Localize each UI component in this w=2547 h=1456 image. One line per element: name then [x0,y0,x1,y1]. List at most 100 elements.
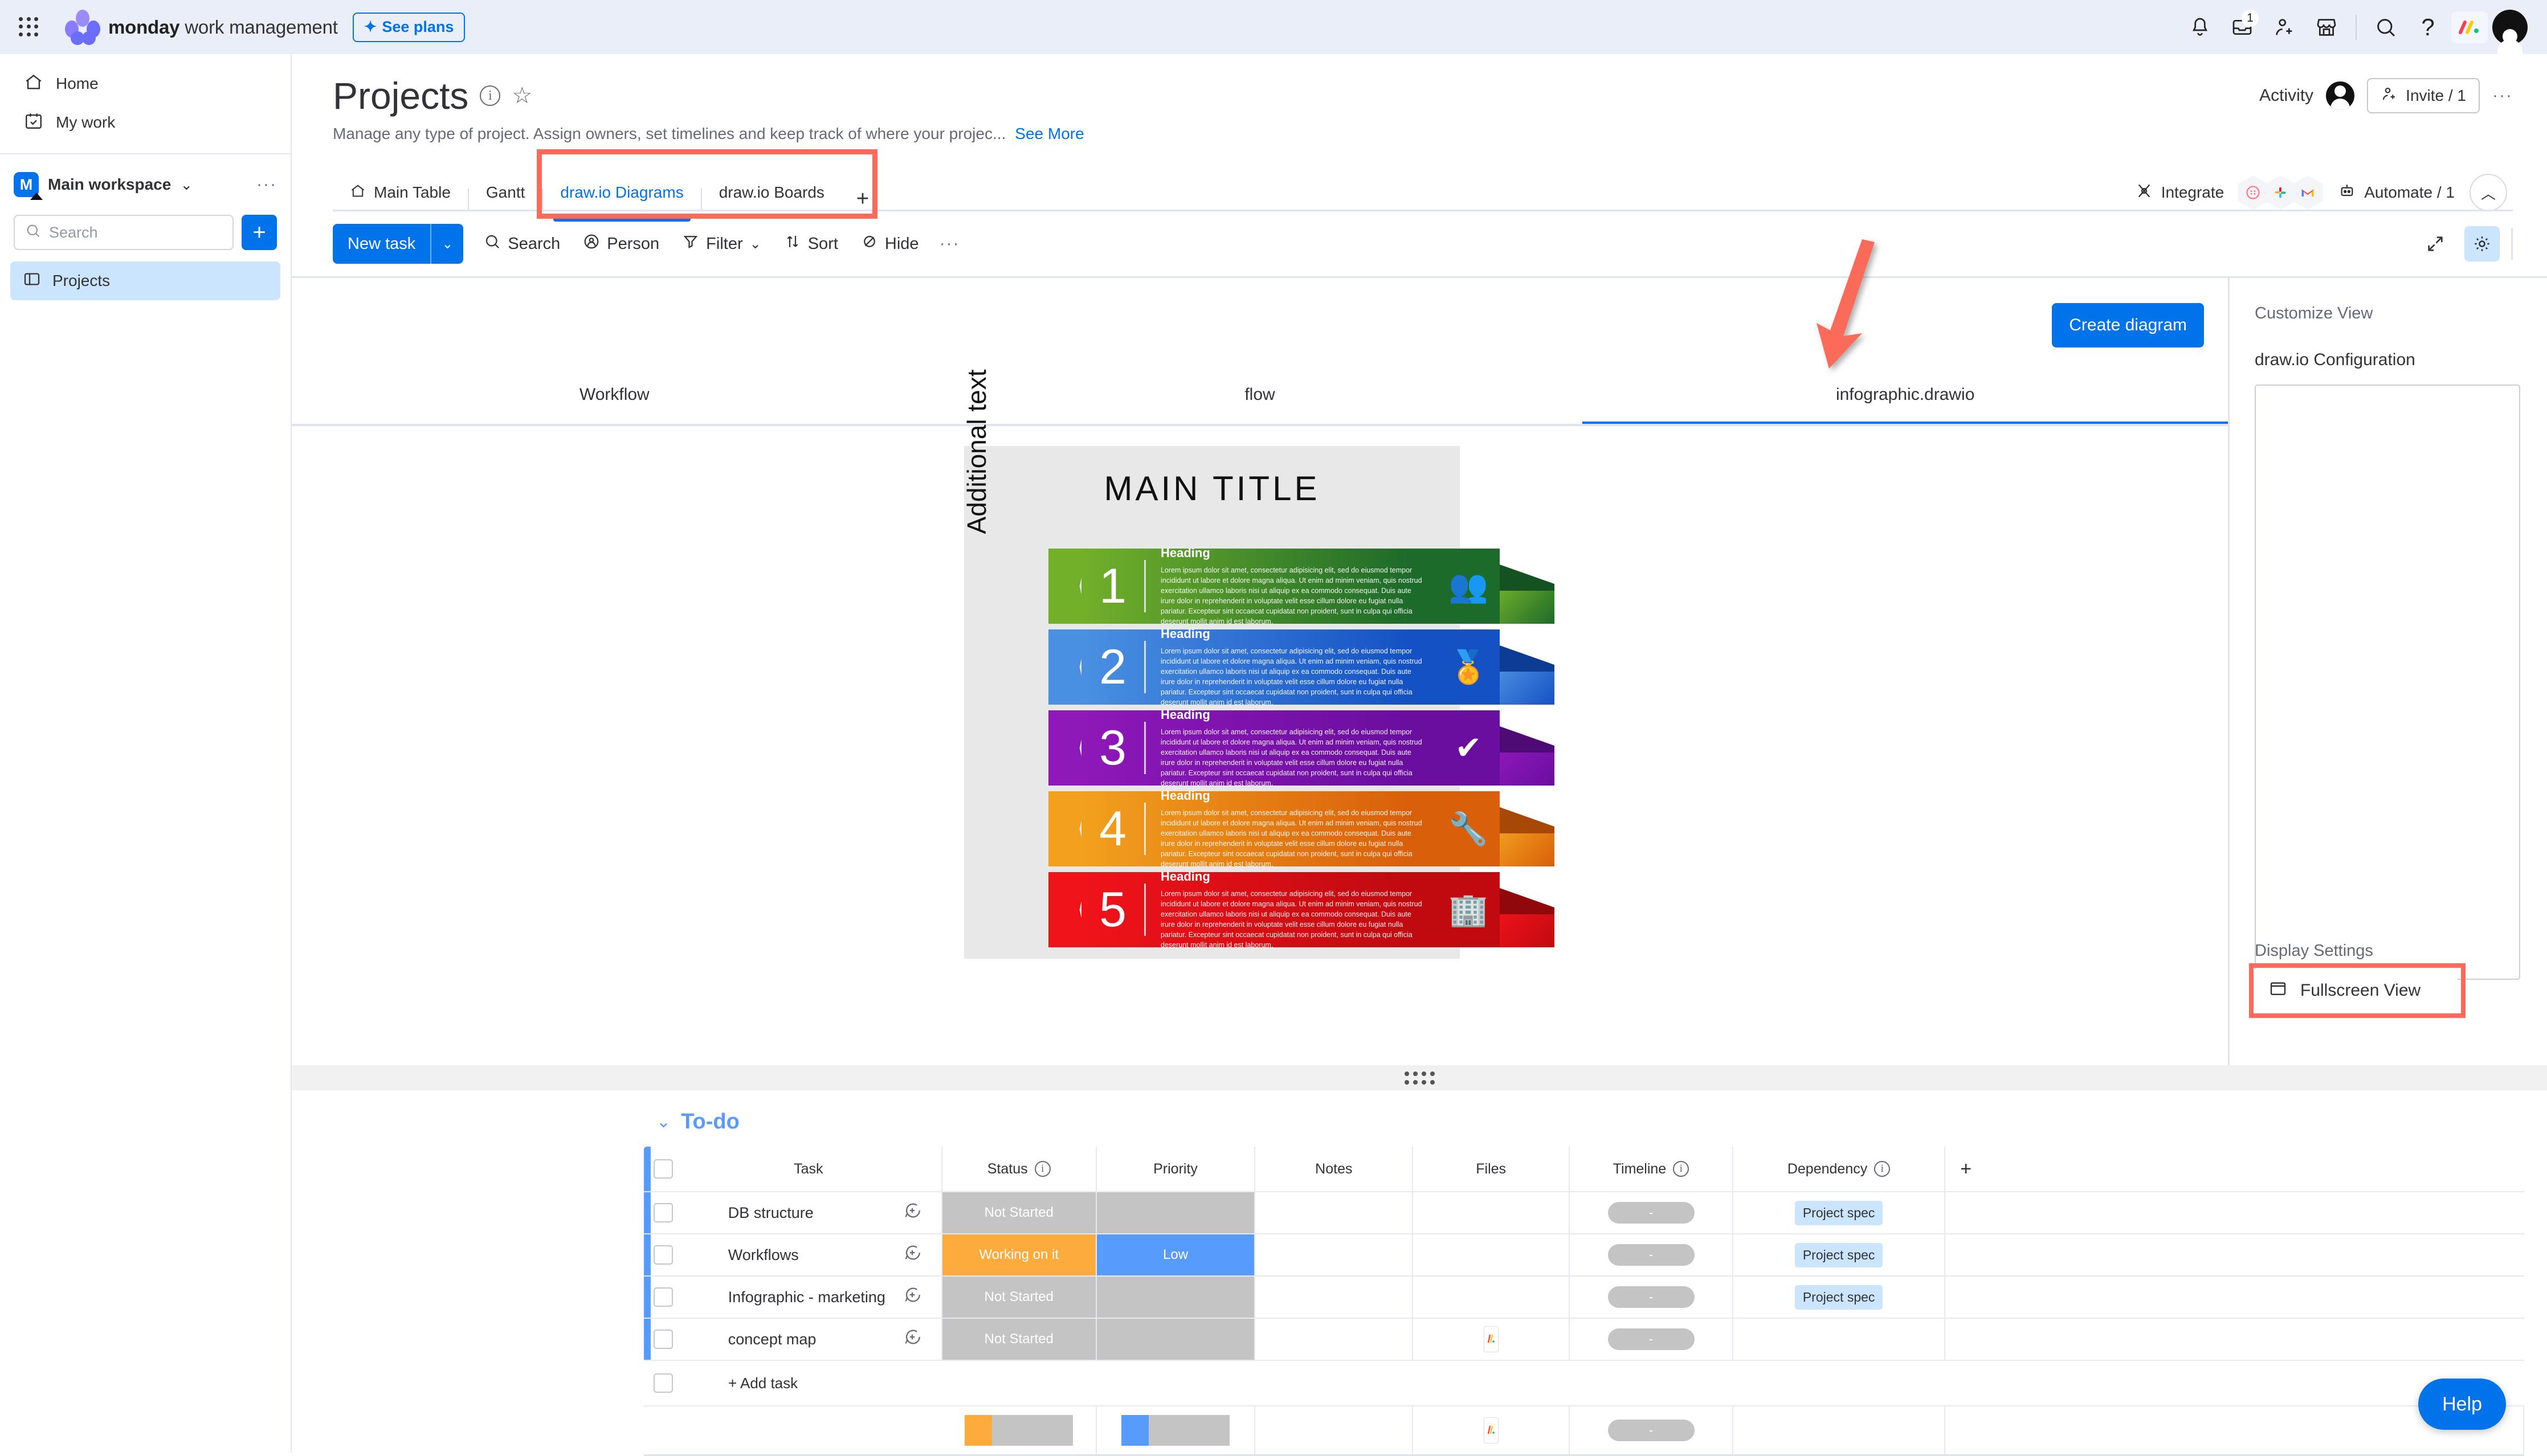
chevron-down-icon[interactable]: ⌄ [431,224,463,264]
column-header-dependency[interactable]: Dependency i [1733,1147,1946,1191]
chevron-down-icon[interactable]: ⌄ [180,176,193,194]
invite-button[interactable]: Invite / 1 [2367,78,2480,113]
monday-integration-icon[interactable] [2238,175,2269,210]
diagram-tab-infographic[interactable]: infographic.drawio [1582,363,2228,426]
tab-gantt[interactable]: Gantt [469,174,542,211]
cell-dependency[interactable] [1733,1319,1946,1360]
search-input[interactable]: Search [14,215,234,250]
cell-files[interactable] [1413,1192,1570,1233]
bell-icon[interactable] [2181,9,2219,46]
help-button[interactable]: Help [2418,1379,2506,1430]
search-icon[interactable] [2367,9,2405,46]
cell-task[interactable]: DB structure [676,1192,942,1233]
cell-status[interactable]: Not Started [942,1192,1097,1233]
gear-icon[interactable] [2464,226,2500,261]
cell-timeline[interactable]: - [1570,1192,1733,1233]
expand-arrows-icon[interactable] [2418,226,2453,261]
add-update-icon[interactable] [903,1285,922,1309]
group-header[interactable]: ⌄ To-do [292,1090,2547,1147]
cell-files[interactable] [1413,1234,1570,1275]
info-icon[interactable]: i [480,85,501,106]
favorite-star-icon[interactable]: ☆ [512,83,532,109]
activity-label[interactable]: Activity [2259,86,2313,105]
add-column-button[interactable]: + [1945,1147,2524,1191]
add-update-icon[interactable] [903,1243,922,1267]
column-header-notes[interactable]: Notes [1255,1147,1414,1191]
diagram-tab-flow[interactable]: flow [937,363,1583,426]
question-mark-icon[interactable]: ? [2409,9,2447,46]
activity-avatar[interactable] [2326,81,2355,110]
add-task-row[interactable]: + Add task [644,1361,2524,1406]
column-header-files[interactable]: Files [1413,1147,1570,1191]
cell-priority[interactable] [1096,1277,1256,1318]
board-more-button[interactable]: ··· [2492,86,2513,105]
cell-files[interactable] [1413,1319,1570,1360]
dependency-pill[interactable]: Project spec [1794,1200,1883,1225]
select-all-checkbox[interactable] [653,1159,673,1179]
cell-files[interactable] [1413,1277,1570,1318]
cell-timeline[interactable]: - [1570,1277,1733,1318]
infographic-diagram[interactable]: MAIN TITLE Additional text 1 Heading Lorem… [962,370,1554,959]
cell-dependency[interactable]: Project spec [1733,1234,1946,1275]
info-icon[interactable]: i [1673,1161,1689,1177]
cell-notes[interactable] [1255,1277,1414,1318]
automate-button[interactable]: Automate / 1 [2338,182,2455,204]
cell-status[interactable]: Working on it [942,1234,1097,1275]
cell-task[interactable]: Workflows [676,1234,942,1275]
slack-icon[interactable] [2265,175,2296,210]
add-update-icon[interactable] [903,1201,922,1225]
cell-timeline[interactable]: - [1570,1234,1733,1275]
chevron-down-icon[interactable]: ⌄ [656,1112,671,1132]
cell-task[interactable]: Infographic - marketing [676,1277,942,1318]
row-checkbox[interactable] [654,1373,673,1393]
drawio-file-icon[interactable] [1483,1326,1499,1352]
column-header-priority[interactable]: Priority [1097,1147,1256,1191]
workspace-selector[interactable]: M Main workspace ⌄ ··· [14,165,277,205]
see-more-link[interactable]: See More [1015,125,1084,143]
add-update-icon[interactable] [903,1327,922,1351]
cell-notes[interactable] [1255,1192,1414,1233]
cell-priority[interactable] [1096,1192,1256,1233]
new-task-button[interactable]: New task ⌄ [333,224,464,264]
dependency-pill[interactable]: Project spec [1794,1242,1883,1267]
cell-priority[interactable] [1096,1319,1256,1360]
cell-notes[interactable] [1255,1234,1414,1275]
column-header-timeline[interactable]: Timeline i [1570,1147,1733,1191]
cell-status[interactable]: Not Started [942,1319,1097,1360]
cell-priority[interactable]: Low [1096,1234,1256,1275]
column-header-status[interactable]: Status i [942,1147,1097,1191]
monday-badge-icon[interactable] [2451,11,2488,43]
table-row[interactable]: concept map Not Started - [644,1319,2524,1361]
table-row[interactable]: Infographic - marketing Not Started - Proje… [644,1277,2524,1319]
chevron-up-icon[interactable]: ︿ [2470,174,2507,211]
row-checkbox[interactable] [653,1287,673,1307]
create-diagram-button[interactable]: Create diagram [2052,303,2204,347]
toolbar-search-button[interactable]: Search [481,230,562,258]
marketplace-icon[interactable] [2308,9,2345,46]
toolbar-person-button[interactable]: Person [581,230,662,258]
user-avatar[interactable] [2492,9,2528,54]
integrate-button[interactable]: Integrate [2135,182,2224,204]
table-row[interactable]: DB structure Not Started - Project spec [644,1192,2524,1234]
add-view-button[interactable]: + [842,187,884,211]
tab-drawio-boards[interactable]: draw.io Boards [702,174,842,211]
toolbar-sort-button[interactable]: Sort [782,230,840,258]
dependency-pill[interactable]: Project spec [1794,1285,1883,1310]
sidebar-item-home[interactable]: Home [11,64,279,103]
diagram-tab-workflow[interactable]: Workflow [292,363,937,426]
add-board-button[interactable]: + [242,215,277,250]
toolbar-more-button[interactable]: ··· [940,234,960,253]
drawio-configuration-textarea[interactable] [2255,385,2520,980]
cell-dependency[interactable]: Project spec [1733,1192,1946,1233]
cell-status[interactable]: Not Started [942,1277,1097,1318]
inbox-icon[interactable]: 1 [2223,9,2261,46]
row-checkbox[interactable] [653,1203,673,1222]
toolbar-filter-button[interactable]: Filter ⌄ [680,230,764,258]
info-icon[interactable]: i [1034,1161,1051,1177]
gmail-icon[interactable] [2292,175,2324,210]
workspace-more-button[interactable]: ··· [256,175,277,194]
tab-main-table[interactable]: Main Table [333,174,468,211]
see-plans-button[interactable]: ✦ See plans [352,12,466,42]
cell-notes[interactable] [1255,1319,1414,1360]
tab-drawio-diagrams[interactable]: draw.io Diagrams [543,174,700,222]
